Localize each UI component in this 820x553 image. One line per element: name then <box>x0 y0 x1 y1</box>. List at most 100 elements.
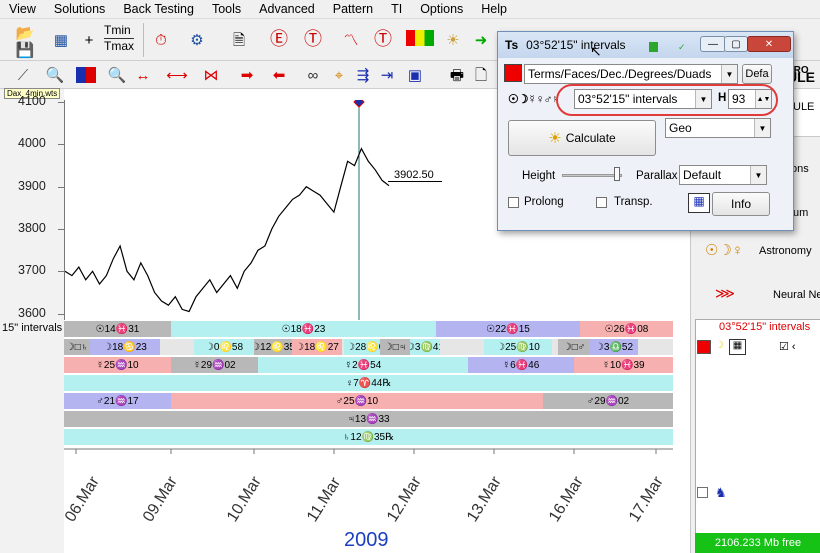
marker-icon[interactable]: ⌖ <box>328 64 350 86</box>
planet-symbols-icon[interactable]: ☉☽☿♀♂♄ <box>508 92 561 106</box>
chart-edit-icon[interactable]: ▦ <box>50 29 72 51</box>
calendar-icon[interactable]: ▦ <box>688 193 710 213</box>
document-icon[interactable]: 🗎 <box>228 29 250 51</box>
x-tick-12mar: 12.Mar <box>384 473 425 526</box>
minimize-button[interactable]: — <box>700 36 726 52</box>
aspect-cell[interactable]: ☽□♂ <box>558 339 590 355</box>
intervals-dialog: Ts 03°52'15" intervals ✓ ↖ — ▢ ✕ Terms/F… <box>497 31 794 231</box>
zoom-out-icon[interactable]: 🔍 <box>106 64 128 86</box>
aspect-cell[interactable]: ☽□♃ <box>380 339 410 355</box>
aspect-cell[interactable]: ☉22♓15 <box>436 321 580 337</box>
expand-icon[interactable]: ⟷ <box>166 64 188 86</box>
aspect-cell[interactable]: ♂21♒17 <box>64 393 171 409</box>
aspect-cell[interactable]: ☽18♋23 <box>90 339 160 355</box>
traffic-light-icon[interactable] <box>406 30 434 46</box>
arrow-right-icon[interactable]: ➡ <box>236 64 258 86</box>
t-circle-red-icon[interactable]: Ⓣ <box>372 28 394 50</box>
menu-item-ti[interactable]: TI <box>382 2 411 16</box>
info-button[interactable]: Info <box>712 192 770 216</box>
color-swap-icon[interactable] <box>76 67 96 83</box>
parallax-select[interactable]: Default ▼ <box>679 165 767 185</box>
aspect-cell[interactable]: ☉18♓23 <box>171 321 436 337</box>
aspect-cell[interactable]: ☽12♌35 <box>254 339 292 355</box>
split-icon[interactable]: ⇥ <box>376 64 398 86</box>
maximize-button[interactable]: ▢ <box>724 36 748 52</box>
aspect-cell[interactable]: ♂29♒02 <box>543 393 673 409</box>
astronomy-icon[interactable]: ☉☽♀ <box>705 241 743 259</box>
prolong-checkbox[interactable] <box>508 197 519 208</box>
align-icon[interactable]: ⇶ <box>352 64 374 86</box>
e-circle-icon[interactable]: Ⓔ <box>268 28 290 50</box>
save-disk-icon[interactable]: 💾 <box>14 39 36 61</box>
transp-checkbox[interactable] <box>596 197 607 208</box>
fit-width-icon[interactable]: ↔ <box>132 64 154 86</box>
neural-net-icon[interactable]: ⋙ <box>715 285 735 302</box>
menu-item-pattern[interactable]: Pattern <box>324 2 382 16</box>
aspect-cell[interactable]: ☽□♄ <box>64 339 90 355</box>
geo-select[interactable]: Geo ▼ <box>665 118 771 138</box>
menu-item-solutions[interactable]: Solutions <box>45 2 114 16</box>
aspect-row: ☉14♓31 ☉18♓23 ☉22♓15 ☉26♓08 <box>64 321 673 337</box>
checkbox-checked[interactable]: ☑ ‹ <box>779 340 796 353</box>
panel-um-label: um <box>793 207 809 219</box>
chevron-down-icon: ▼ <box>750 166 766 184</box>
x-tick-16mar: 16.Mar <box>546 473 587 526</box>
calculate-button[interactable]: ☀ Calculate <box>508 120 656 156</box>
green-arrow-icon[interactable]: ➜ <box>470 29 492 51</box>
t-circle-icon[interactable]: Ⓣ <box>302 28 324 50</box>
height-slider[interactable] <box>562 174 622 177</box>
glasses-icon[interactable]: ∞ <box>302 64 324 86</box>
grid-select-icon[interactable]: ▣ <box>404 64 426 86</box>
aspect-cell[interactable]: ♀7♈44℞ <box>64 375 673 391</box>
aspect-cell[interactable]: ☿10♓39 <box>574 357 673 373</box>
menu-item-back-testing[interactable]: Back Testing <box>114 2 203 16</box>
compress-icon[interactable]: ⋈ <box>200 64 222 86</box>
page-icon[interactable]: 🗋 <box>470 64 492 86</box>
aspect-cell[interactable]: ☿25♒10 <box>64 357 171 373</box>
aspect-cell[interactable]: ☉26♓08 <box>580 321 673 337</box>
aspect-cell[interactable]: ☉14♓31 <box>64 321 171 337</box>
defa-button[interactable]: Defa <box>742 64 772 84</box>
red-swatch[interactable] <box>697 340 711 354</box>
close-button[interactable]: ✕ <box>747 36 791 52</box>
aspect-cell[interactable]: ☽25♍10 <box>484 339 552 355</box>
aspect-cell[interactable]: ☽18♌27 <box>292 339 342 355</box>
wheel-icon[interactable]: ⚙ <box>186 29 208 51</box>
tmin-tmax-button[interactable]: Tmin Tmax <box>104 23 134 54</box>
aspect-cell[interactable]: ♃13♒33 <box>64 411 673 427</box>
print-icon[interactable]: 🖶 <box>446 64 468 86</box>
trader-icon[interactable]: ♞ <box>715 485 727 501</box>
menu-item-view[interactable]: View <box>0 2 45 16</box>
aspect-cell[interactable]: ☿29♒02 <box>171 357 258 373</box>
draw-line-icon[interactable]: ⟋ <box>12 64 34 86</box>
parallax-value: Default <box>683 168 722 182</box>
preset-select[interactable]: Terms/Faces/Dec./Degrees/Duads ▼ <box>524 64 738 84</box>
parallax-label: Parallax <box>636 170 678 182</box>
price-series-line <box>64 147 390 313</box>
aspect-cell[interactable]: ☽3♎52 <box>590 339 638 355</box>
panel-interval-label: 03°52'15" intervals <box>719 321 811 333</box>
clock-icon[interactable]: ⏱ <box>150 29 172 51</box>
aspect-row: ☽□♄☽18♋23☽0♌58☽12♌35☽18♌27☽28♌04☽□♃☽3♍41… <box>64 339 673 355</box>
trend-icon[interactable]: 〽 <box>340 29 362 51</box>
menu-item-options[interactable]: Options <box>411 2 472 16</box>
plus-icon[interactable]: + <box>78 29 100 51</box>
height-slider-handle[interactable] <box>614 167 620 181</box>
panel-checkbox[interactable] <box>697 487 708 498</box>
menu-item-help[interactable]: Help <box>472 2 516 16</box>
aspect-cell[interactable]: ☿2♓54 <box>258 357 468 373</box>
aspect-cell[interactable]: ♂25♒10 <box>171 393 543 409</box>
color-swatch[interactable] <box>504 64 522 82</box>
arrow-left-icon[interactable]: ⬅ <box>268 64 290 86</box>
aspect-cell[interactable]: ☿6♓46 <box>468 357 574 373</box>
aspect-cell[interactable]: ☽0♌58 <box>194 339 254 355</box>
aspect-cell[interactable]: ☽3♍41 <box>410 339 440 355</box>
menu-item-advanced[interactable]: Advanced <box>250 2 324 16</box>
calendar-icon[interactable]: ▦ <box>729 339 746 355</box>
astronomy-label[interactable]: Astronomy <box>759 245 812 257</box>
menu-item-tools[interactable]: Tools <box>203 2 250 16</box>
sun-icon[interactable]: ☀ <box>442 29 464 51</box>
zoom-icon[interactable]: 🔍 <box>44 64 66 86</box>
aspect-cell[interactable]: ♄12♍35℞ <box>64 429 673 445</box>
neural-net-label[interactable]: Neural Ne <box>773 289 820 301</box>
